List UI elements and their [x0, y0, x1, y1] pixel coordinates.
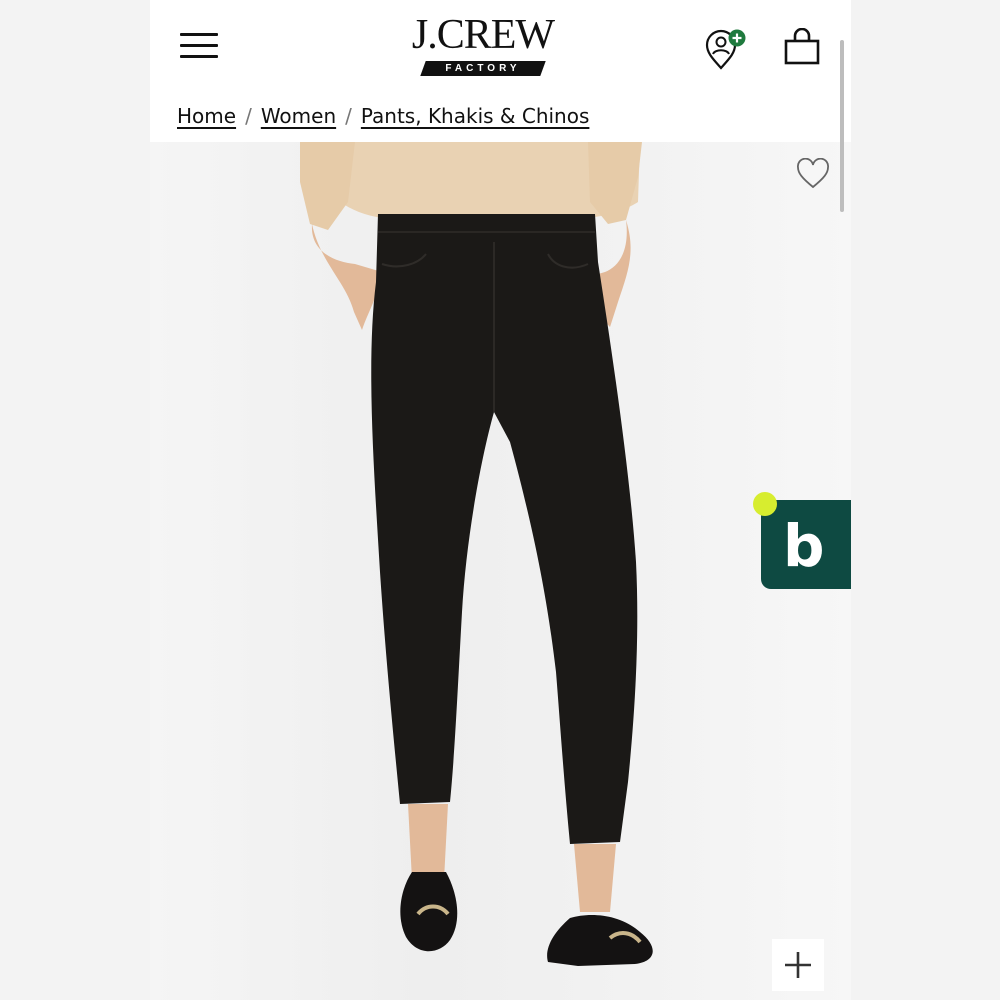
breadcrumb-home[interactable]: Home [177, 104, 236, 128]
logo-subtitle-bar: FACTORY [420, 61, 546, 76]
heart-icon[interactable] [796, 157, 830, 190]
pants [371, 214, 638, 844]
site-header: J.CREW FACTORY [150, 0, 851, 92]
notification-dot [753, 492, 777, 516]
breadcrumb-separator: / [245, 104, 252, 128]
scrollbar[interactable] [840, 40, 844, 212]
brand-logo[interactable]: J.CREW FACTORY [403, 14, 563, 80]
product-image[interactable] [150, 142, 851, 1000]
left-background [0, 0, 150, 1000]
breadcrumb-pants[interactable]: Pants, Khakis & Chinos [361, 104, 590, 128]
right-background [851, 0, 1000, 1000]
right-ankle [574, 844, 616, 912]
badge-widget[interactable]: b [753, 492, 851, 589]
app-screen: J.CREW FACTORY Home / Women / Pants, Khakis … [150, 0, 851, 1000]
widget-letter: b [783, 512, 825, 580]
left-sleeve [300, 142, 355, 230]
account-icon[interactable] [703, 28, 747, 72]
breadcrumb-women[interactable]: Women [261, 104, 336, 128]
left-arm [311, 224, 382, 330]
plus-icon [785, 952, 811, 978]
left-shoe [400, 872, 458, 952]
zoom-button[interactable] [772, 939, 824, 991]
logo-wordmark: J.CREW [411, 12, 555, 58]
breadcrumb-separator: / [345, 104, 352, 128]
breadcrumb: Home / Women / Pants, Khakis & Chinos [177, 104, 589, 134]
shopping-bag-icon[interactable] [783, 27, 821, 66]
menu-icon[interactable] [180, 33, 218, 59]
logo-subtitle: FACTORY [445, 63, 521, 74]
left-ankle [408, 804, 448, 880]
